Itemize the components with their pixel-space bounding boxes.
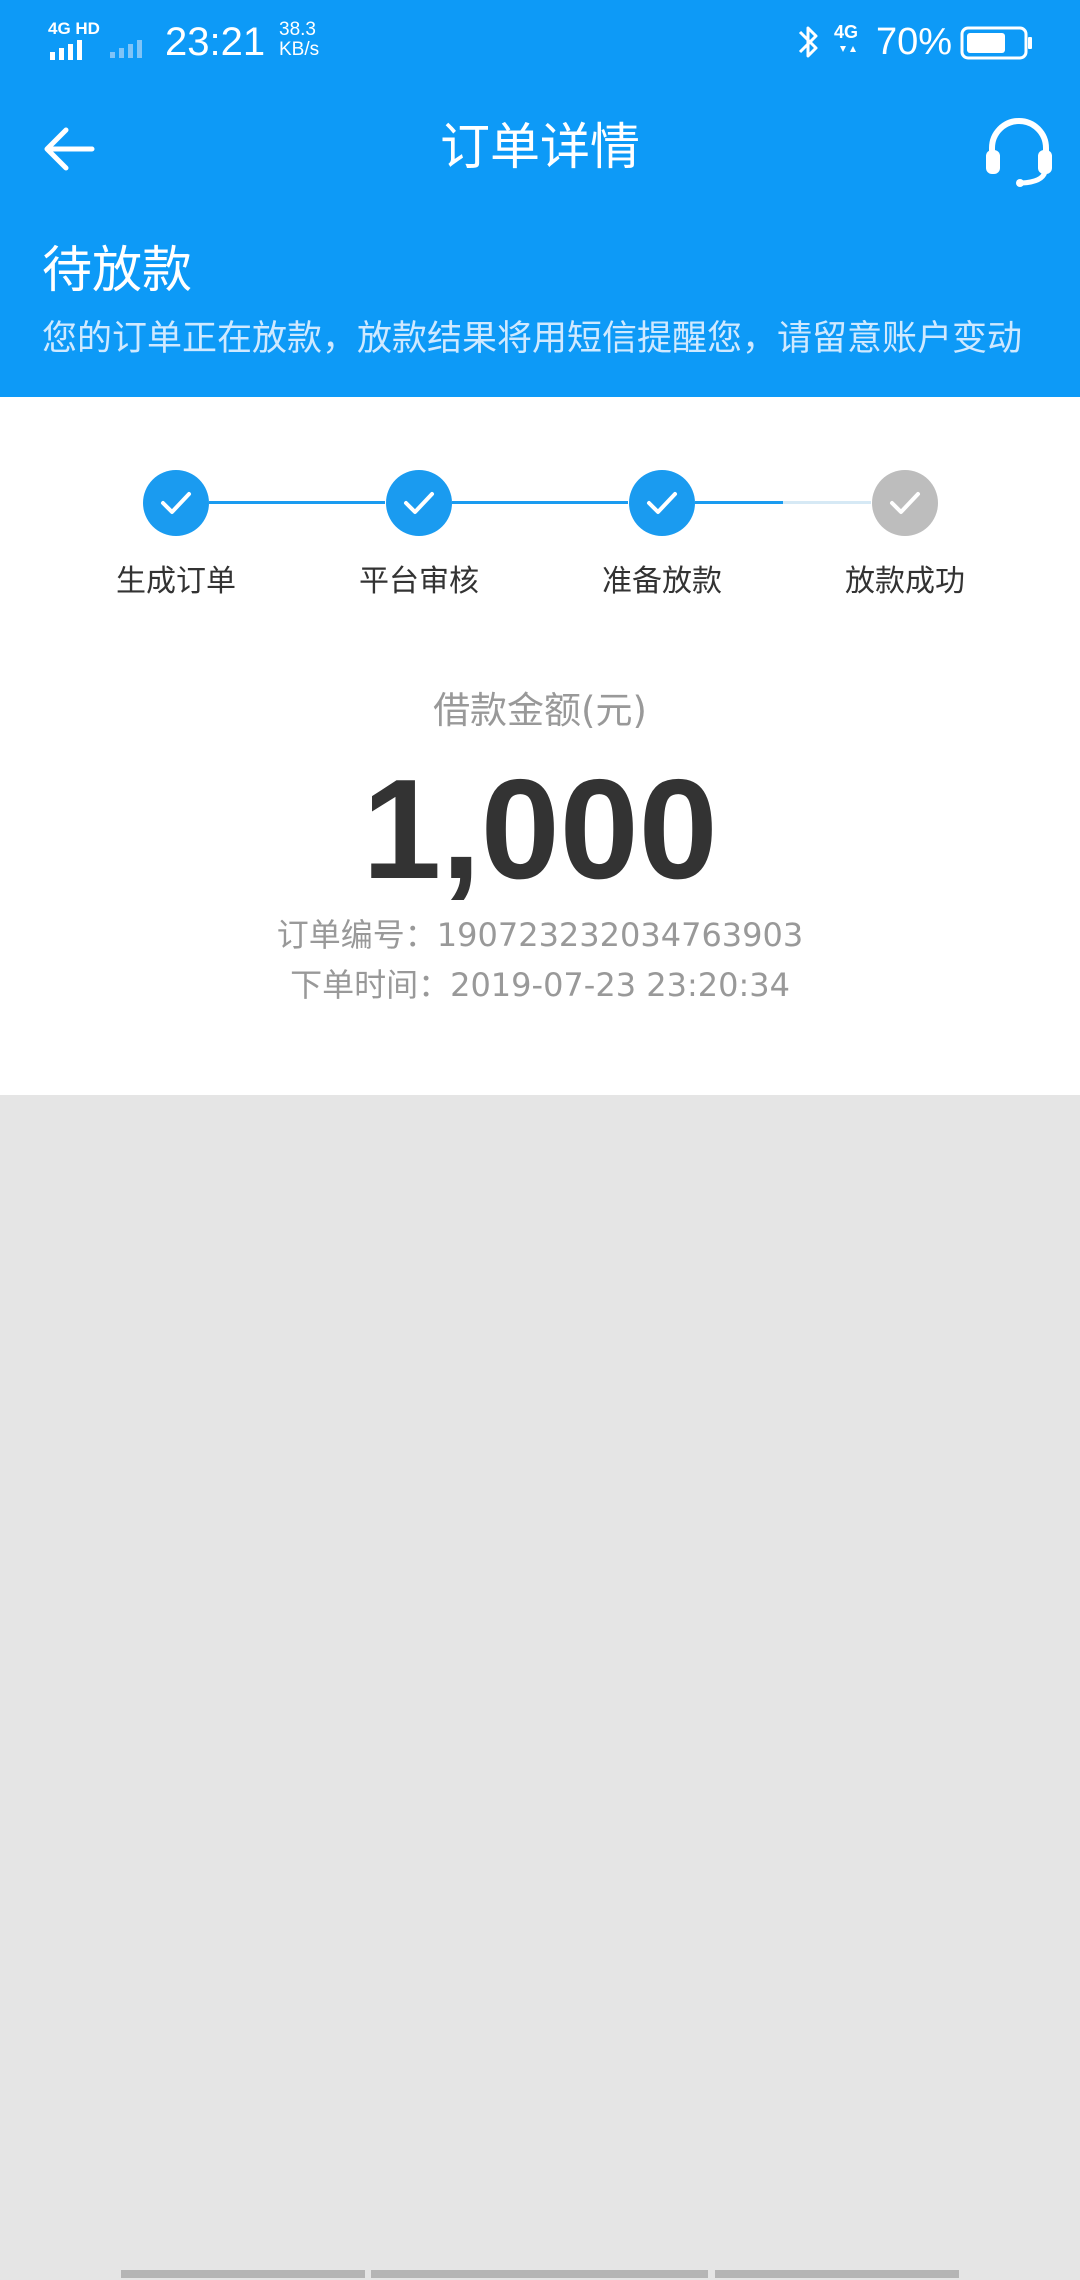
step-2-indicator (386, 470, 452, 536)
order-status-title: 待放款 (42, 241, 192, 299)
step-1-label: 生成订单 (116, 564, 236, 599)
status-bar: 4G HD 23:21 38.3 KB/s 4G 70% (0, 0, 1080, 84)
step-connector-5 (695, 501, 783, 504)
checkmark-icon (161, 492, 191, 514)
step-4-label: 放款成功 (845, 564, 965, 599)
status-time: 23:21 (165, 20, 266, 64)
battery-percent: 70% (876, 21, 953, 63)
signal-4g-icon: 4G HD (48, 19, 100, 60)
step-1-indicator (143, 470, 209, 536)
step-connector-4 (540, 501, 628, 504)
loan-amount-label: 借款金额(元) (433, 689, 647, 732)
checkmark-icon (404, 492, 434, 514)
checkmark-icon (647, 492, 677, 514)
network-speed: 38.3 KB/s (279, 20, 319, 60)
checkmark-icon (890, 492, 920, 514)
order-time-value: 2019-07-23 23:20:34 (450, 966, 790, 1004)
step-connector-2 (297, 501, 385, 504)
step-3-label: 准备放款 (602, 564, 722, 599)
signal-secondary-icon (110, 40, 142, 58)
bottom-indicator (0, 2270, 1080, 2280)
page-title: 订单详情 (440, 118, 640, 176)
loan-amount-value: 1,000 (362, 750, 718, 909)
order-time-label: 下单时间： (290, 966, 451, 1004)
bottom-indicator-bar (121, 2270, 365, 2278)
headset-icon[interactable] (982, 114, 1056, 188)
bottom-indicator-bar (715, 2270, 959, 2278)
order-number-value: 190723232034763903 (436, 916, 804, 954)
order-number-label: 订单编号： (276, 916, 437, 954)
order-status-description: 您的订单正在放款，放款结果将用短信提醒您，请留意账户变动 (42, 319, 1023, 359)
order-time-row: 下单时间：2019-07-23 23:20:34 (0, 961, 1080, 1009)
step-3-indicator (629, 470, 695, 536)
step-connector-3 (452, 501, 540, 504)
bluetooth-icon (798, 26, 818, 58)
step-connector-1 (209, 501, 297, 504)
network-speed-value: 38.3 (279, 19, 316, 40)
signal-4g-secondary-icon: 4G (834, 22, 858, 52)
step-2-label: 平台审核 (359, 564, 479, 599)
order-card: 生成订单 平台审核 准备放款 放款成功 借款金额(元) 1,000 订单编号：1… (0, 397, 1080, 1095)
bottom-indicator-bar (371, 2270, 708, 2278)
network-speed-unit: KB/s (279, 39, 320, 60)
svg-text:4G: 4G (834, 22, 858, 42)
battery-icon (960, 26, 1032, 60)
order-number-row: 订单编号：190723232034763903 (0, 911, 1080, 959)
svg-text:4G HD: 4G HD (48, 19, 100, 38)
step-4-indicator (872, 470, 938, 536)
step-connector-6 (783, 501, 871, 504)
